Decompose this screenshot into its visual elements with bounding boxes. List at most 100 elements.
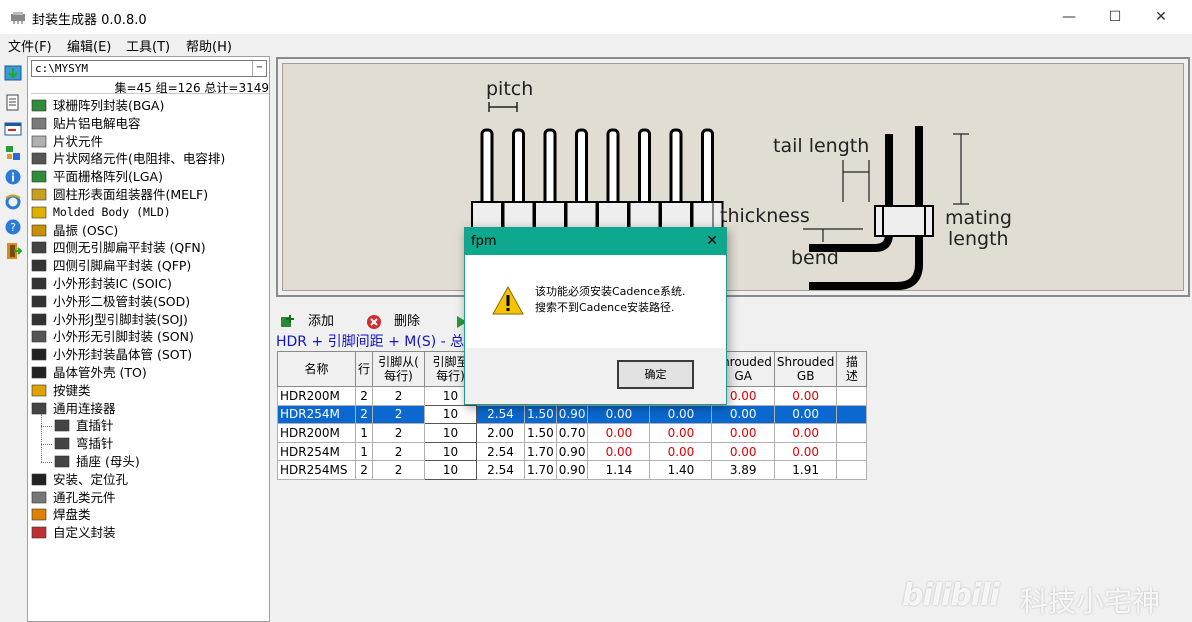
table-cell[interactable]: 0.00 (587, 441, 651, 462)
tree-item-label: 插座 (母头) (76, 454, 140, 469)
table-cell[interactable]: 2 (354, 386, 374, 406)
ie-icon[interactable] (4, 192, 22, 210)
info-icon[interactable] (4, 168, 22, 186)
table-cell[interactable]: 10 (424, 441, 478, 462)
document-icon[interactable] (4, 94, 22, 112)
table-cell[interactable]: 0.70 (555, 423, 589, 443)
table-cell[interactable]: 2 (372, 386, 426, 406)
table-row[interactable]: HDR254MS 2 2 10 2.54 1.70 0.90 1.14 1.40 3.89 1.91 (277, 460, 868, 480)
close-button[interactable]: ✕ (1138, 0, 1184, 34)
table-cell[interactable]: 0.00 (773, 441, 838, 462)
table-cell[interactable]: 0.00 (649, 423, 713, 443)
table-cell[interactable] (836, 386, 868, 406)
column-header-label: 名称 (304, 362, 329, 376)
menu-file[interactable]: 文件(F) (8, 36, 52, 55)
table-cell[interactable]: 0.90 (555, 460, 589, 480)
table-cell[interactable]: HDR254M (277, 441, 356, 462)
table-cell[interactable]: 0.00 (649, 404, 713, 425)
table-cell[interactable]: 2.54 (476, 441, 526, 462)
table-cell[interactable]: 0.00 (711, 404, 775, 425)
maximize-button[interactable]: ☐ (1092, 0, 1138, 34)
add-button[interactable]: 添加 (280, 312, 360, 332)
menu-tools[interactable]: 工具(T) (126, 36, 170, 55)
table-cell[interactable]: 0.00 (711, 423, 775, 443)
table-cell[interactable]: 0.90 (555, 441, 589, 462)
table-cell[interactable]: 1 (354, 441, 374, 462)
table-cell[interactable]: 1.50 (524, 423, 557, 443)
column-header[interactable]: 行 (354, 351, 374, 387)
table-cell[interactable] (836, 423, 868, 443)
tree-item-label: 小外形封装IC (SOIC) (53, 276, 172, 291)
table-cell[interactable]: 2.54 (476, 404, 526, 425)
table-cell[interactable]: 1 (354, 423, 374, 443)
table-cell[interactable]: HDR200M (277, 386, 356, 406)
table-cell[interactable]: 0.00 (773, 386, 838, 406)
chip-icon (31, 135, 47, 147)
table-cell[interactable]: 2 (372, 441, 426, 462)
chevron-down-icon[interactable]: ─ (252, 61, 266, 76)
table-cell[interactable]: 2 (372, 423, 426, 443)
column-header[interactable]: 名称 (277, 351, 356, 387)
table-cell[interactable]: 1.14 (587, 460, 651, 480)
menu-help[interactable]: 帮助(H) (186, 36, 232, 55)
table-cell[interactable] (836, 441, 868, 462)
window-icon[interactable] (4, 120, 22, 138)
table-cell[interactable]: 10 (424, 423, 478, 443)
table-cell[interactable]: 1.40 (649, 460, 713, 480)
help-icon[interactable]: ? (4, 218, 22, 236)
column-header[interactable]: Shrouded GB (773, 351, 838, 387)
table-cell[interactable]: 0.00 (711, 441, 775, 462)
table-cell[interactable]: 10 (424, 404, 478, 425)
import-icon[interactable] (4, 64, 22, 82)
splitter-handle[interactable] (270, 56, 275, 622)
table-cell[interactable]: HDR254M (277, 404, 356, 425)
table-cell[interactable]: 0.00 (773, 404, 838, 425)
table-cell[interactable]: 0.00 (587, 404, 651, 425)
table-cell[interactable]: 10 (424, 460, 478, 480)
table-cell[interactable]: 0.00 (773, 423, 838, 443)
header-pin-diagram: pitch thickness tail length bend mating … (471, 78, 1012, 290)
network-tool-icon[interactable] (4, 144, 22, 162)
table-row[interactable]: HDR254M 1 2 10 2.54 1.70 0.90 0.00 0.00 0.00 0.00 (277, 441, 868, 462)
table-row[interactable]: HDR200M 1 2 10 2.00 1.50 0.70 0.00 0.00 0.00 0.00 (277, 423, 868, 443)
tree-item-label: 小外形二极管封装(SOD) (53, 293, 191, 309)
table-cell[interactable]: 2 (372, 404, 426, 425)
tree-item-label: 晶振 (OSC) (53, 222, 119, 238)
table-cell[interactable]: 3.89 (711, 460, 775, 480)
table-cell[interactable]: 2.54 (476, 460, 526, 480)
table-cell[interactable]: HDR254MS (277, 460, 356, 480)
table-cell[interactable]: 1.91 (773, 460, 838, 480)
exit-icon[interactable] (4, 242, 22, 260)
library-path-combo[interactable]: c:\MYSYM ─ (31, 60, 267, 77)
table-cell[interactable]: 2.00 (476, 423, 526, 443)
table-cell[interactable]: 0.00 (587, 423, 651, 443)
table-cell[interactable]: 1.70 (524, 460, 557, 480)
table-cell[interactable]: 0.00 (649, 441, 713, 462)
table-cell[interactable]: 2 (372, 460, 426, 480)
delete-icon (367, 315, 381, 329)
table-cell[interactable] (836, 404, 868, 425)
column-header-label: 行 (358, 362, 371, 376)
column-header[interactable]: 描述 (836, 351, 868, 387)
warning-icon (492, 286, 524, 315)
tree-item-label: 圆柱形表面组装器件(MELF) (53, 187, 209, 202)
table-cell[interactable]: 2 (354, 404, 374, 425)
column-header[interactable]: 引脚从(每行) (372, 351, 426, 387)
table-row[interactable]: HDR254M 2 2 10 2.54 1.50 0.90 0.00 0.00 0.00 0.00 (277, 404, 868, 425)
dialog-close-button[interactable]: ✕ (706, 228, 718, 255)
table-cell[interactable]: 1.70 (524, 441, 557, 462)
table-cell[interactable]: 0.90 (555, 404, 589, 425)
table-cell[interactable]: 2 (354, 460, 374, 480)
straight-pin-icon (54, 420, 70, 432)
column-header-label: 引脚从( (378, 355, 419, 369)
ok-button[interactable]: 确定 (617, 360, 694, 389)
tree-item-label: 四侧引脚扁平封装 (QFP) (53, 258, 192, 274)
delete-button[interactable]: 删除 (366, 312, 446, 332)
minimize-button[interactable]: — (1046, 0, 1092, 34)
table-cell[interactable]: HDR200M (277, 423, 356, 443)
tree-item-label: 自定义封装 (53, 525, 116, 541)
table-cell[interactable] (836, 460, 868, 480)
left-toolbar: ? (0, 56, 26, 622)
table-cell[interactable]: 1.50 (524, 404, 557, 425)
menu-edit[interactable]: 编辑(E) (67, 36, 111, 55)
